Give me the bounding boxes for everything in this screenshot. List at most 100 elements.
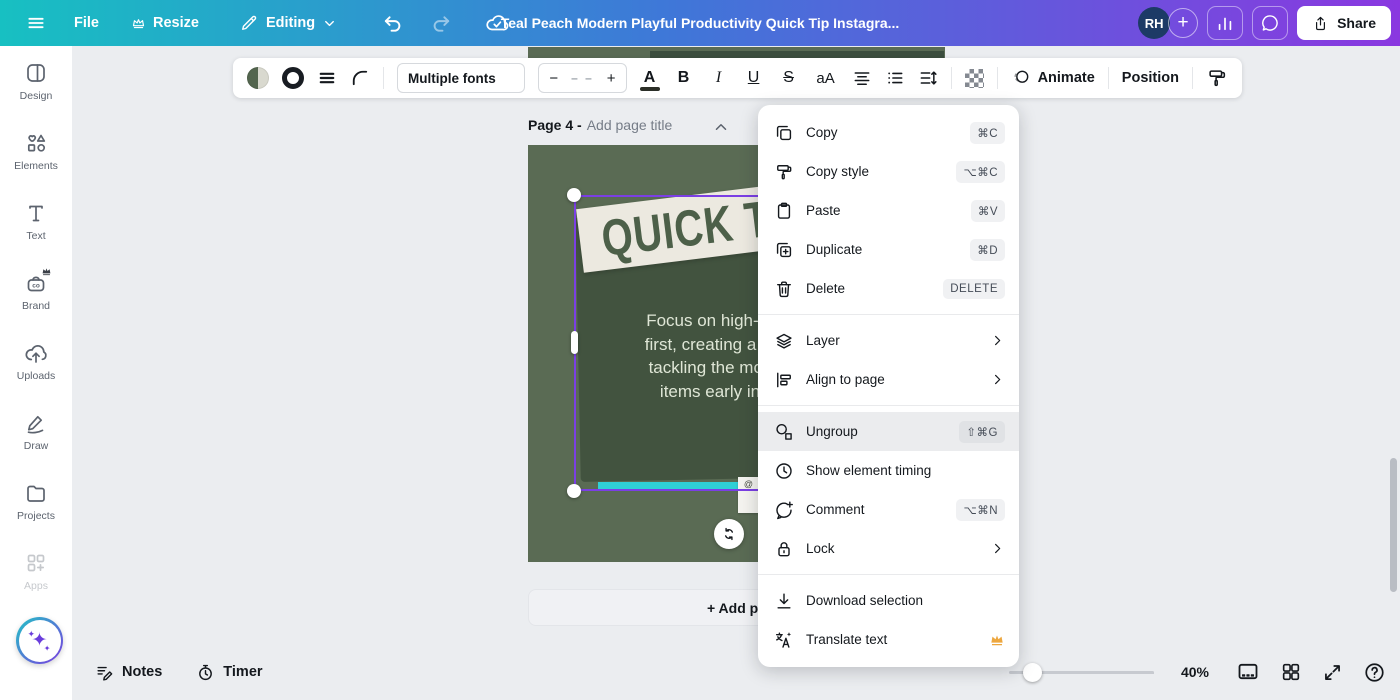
clipboard-icon: [774, 201, 794, 221]
avatar[interactable]: RH: [1138, 7, 1170, 39]
rotate-handle[interactable]: [714, 519, 744, 549]
menu-item-download-selection[interactable]: Download selection: [758, 581, 1019, 620]
credit-tag: @: [738, 477, 759, 513]
magic-assistant-button[interactable]: ✦ ✦ ✦: [16, 617, 63, 664]
notes-button[interactable]: Notes: [95, 663, 162, 682]
sidebar-item-elements[interactable]: Elements: [0, 116, 72, 186]
pages-view-icon[interactable]: [1236, 660, 1260, 684]
animate-icon: [1011, 68, 1031, 88]
undo-button[interactable]: [381, 12, 404, 35]
strikethrough-button[interactable]: S: [778, 69, 800, 87]
chevron-right-icon: [990, 333, 1005, 348]
stroke-lines-icon[interactable]: [317, 68, 337, 88]
translate-icon: [774, 630, 794, 650]
crown-icon: [989, 632, 1005, 648]
format-toolbar: Multiple fonts − – – + A B I U S aA Anim…: [233, 58, 1242, 98]
menu-item-translate-text[interactable]: Translate text: [758, 620, 1019, 659]
draw-icon: [24, 411, 48, 435]
timer-button[interactable]: Timer: [196, 663, 262, 682]
sidebar-item-draw[interactable]: Draw: [0, 396, 72, 466]
timer-icon: [196, 663, 215, 682]
chevron-down-icon: [322, 16, 337, 31]
menu-divider: [758, 574, 1019, 575]
menu-item-comment[interactable]: Comment⌥⌘N: [758, 490, 1019, 529]
selection-handle-top-left[interactable]: [567, 188, 581, 202]
file-label: File: [74, 15, 99, 31]
bullet-list-icon[interactable]: [885, 68, 905, 88]
font-size-stepper[interactable]: − – – +: [538, 63, 626, 93]
bold-button[interactable]: B: [673, 69, 695, 87]
copy-icon: [774, 123, 794, 143]
zoom-slider-thumb[interactable]: [1023, 663, 1042, 682]
trash-icon: [774, 279, 794, 299]
color-swatch-duo[interactable]: [247, 67, 269, 89]
redo-button[interactable]: [430, 12, 453, 35]
menu-item-copy[interactable]: Copy⌘C: [758, 113, 1019, 152]
bottom-bar: Notes Timer 40%: [0, 644, 1400, 700]
document-title[interactable]: Teal Peach Modern Playful Productivity Q…: [501, 0, 900, 46]
text-case-button[interactable]: aA: [813, 70, 839, 87]
menu-item-lock[interactable]: Lock: [758, 529, 1019, 568]
sidebar-item-projects[interactable]: Projects: [0, 466, 72, 536]
copy-style-roller-icon[interactable]: [1206, 67, 1228, 89]
menu-item-ungroup[interactable]: Ungroup⇧⌘G: [758, 412, 1019, 451]
comment-plus-icon: [774, 500, 794, 520]
editing-mode-dropdown[interactable]: Editing: [239, 13, 337, 33]
sidebar-item-apps[interactable]: Apps: [0, 536, 72, 606]
layers-icon: [774, 331, 794, 351]
font-size-value[interactable]: – –: [571, 71, 594, 85]
export-icon: [1312, 15, 1329, 32]
animate-button[interactable]: Animate: [1011, 68, 1095, 88]
page-title-row[interactable]: Page 4 - Add page title: [528, 117, 672, 133]
corner-curve-icon[interactable]: [350, 68, 370, 88]
line-spacing-icon[interactable]: [918, 68, 938, 88]
italic-button[interactable]: I: [708, 69, 730, 87]
selection-handle-bottom-left[interactable]: [567, 484, 581, 498]
bar-chart-icon: [1215, 13, 1235, 33]
zoom-slider[interactable]: [1009, 671, 1154, 674]
insights-button[interactable]: [1207, 6, 1243, 40]
menu-item-copy-style[interactable]: Copy style⌥⌘C: [758, 152, 1019, 191]
context-menu: Copy⌘CCopy style⌥⌘CPaste⌘VDuplicate⌘DDel…: [758, 105, 1019, 667]
hamburger-menu-icon[interactable]: [26, 13, 46, 33]
text-align-icon[interactable]: [852, 68, 872, 88]
sidebar-item-uploads[interactable]: Uploads: [0, 326, 72, 396]
menu-item-delete[interactable]: DeleteDELETE: [758, 269, 1019, 308]
duplicate-icon: [774, 240, 794, 260]
menu-item-layer[interactable]: Layer: [758, 321, 1019, 360]
text-color-button[interactable]: A: [640, 69, 660, 87]
menu-item-align-to-page[interactable]: Align to page: [758, 360, 1019, 399]
sidebar-item-text[interactable]: Text: [0, 186, 72, 256]
menu-item-duplicate[interactable]: Duplicate⌘D: [758, 230, 1019, 269]
help-icon[interactable]: [1363, 661, 1386, 684]
underline-button[interactable]: U: [743, 69, 765, 87]
color-swatch-ring[interactable]: [282, 67, 304, 89]
grid-view-icon[interactable]: [1280, 661, 1302, 683]
font-size-increase[interactable]: +: [607, 70, 616, 87]
menu-item-paste[interactable]: Paste⌘V: [758, 191, 1019, 230]
share-button[interactable]: Share: [1297, 6, 1391, 40]
fullscreen-icon[interactable]: [1322, 662, 1343, 683]
menu-item-show-element-timing[interactable]: Show element timing: [758, 451, 1019, 490]
font-family-field[interactable]: Multiple fonts: [397, 63, 525, 93]
position-button[interactable]: Position: [1122, 70, 1179, 86]
transparency-button[interactable]: [965, 69, 984, 88]
font-size-decrease[interactable]: −: [549, 70, 558, 87]
collapse-page-icon[interactable]: [712, 118, 730, 136]
sidebar: DesignElementsTextcoBrandUploadsDrawProj…: [0, 46, 72, 700]
menu-divider: [758, 405, 1019, 406]
selection-handle-left[interactable]: [571, 331, 578, 354]
comments-button[interactable]: [1252, 6, 1288, 40]
crown-icon: [131, 16, 146, 31]
add-member-button[interactable]: +: [1168, 8, 1198, 38]
sidebar-item-design[interactable]: Design: [0, 46, 72, 116]
menu-shortcut: ⌘V: [971, 200, 1005, 222]
file-menu-button[interactable]: File: [74, 15, 99, 31]
top-bar: File Resize Editing Teal Peach Modern Pl…: [0, 0, 1400, 46]
page-title-placeholder[interactable]: Add page title: [587, 117, 673, 133]
sidebar-item-brand[interactable]: coBrand: [0, 256, 72, 326]
resize-button[interactable]: Resize: [131, 15, 199, 31]
uploads-icon: [24, 341, 48, 365]
download-icon: [774, 591, 794, 611]
scrollbar-thumb[interactable]: [1390, 458, 1397, 592]
